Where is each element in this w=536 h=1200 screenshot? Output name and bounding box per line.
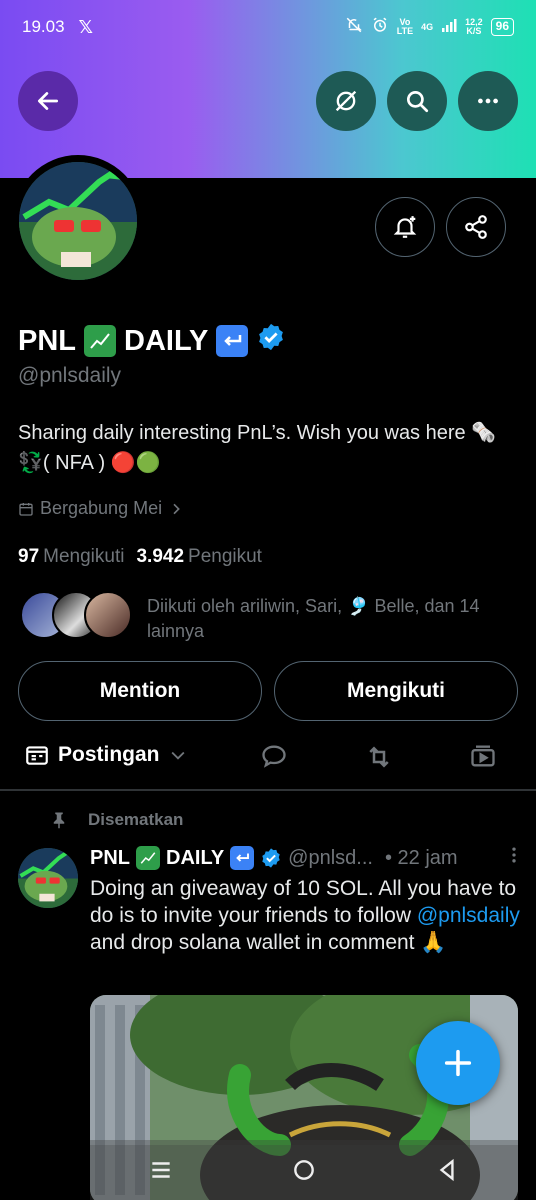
alarm-icon (371, 16, 389, 39)
follow-stats: 97 Mengikuti 3.942 Pengikut (18, 546, 262, 568)
grok-icon (335, 90, 357, 112)
mute-bell-icon (345, 16, 363, 39)
net-speed-unit: K/S (466, 26, 482, 36)
volte-indicator: Vo LTE (397, 18, 413, 36)
mention-button[interactable]: Mention (18, 661, 262, 721)
joined-text: Bergabung Mei (40, 498, 163, 518)
profile-name-suffix: DAILY (124, 324, 209, 357)
volte-bottom: LTE (396, 26, 414, 36)
tab-media[interactable] (469, 742, 497, 770)
follower-avatar (84, 591, 132, 639)
home-circle-icon[interactable] (291, 1157, 317, 1183)
grok-button[interactable] (316, 71, 376, 131)
profile-bio: Sharing daily interesting PnL’s. Wish yo… (18, 422, 497, 474)
tab-posts-label: Postingan (58, 743, 160, 766)
following-button[interactable]: Mengikuti (274, 661, 518, 721)
chart-emoji-icon (84, 325, 116, 357)
more-vertical-icon (512, 847, 516, 863)
more-options-button[interactable] (458, 71, 518, 131)
arrow-left-icon (37, 92, 59, 110)
return-arrow-emoji-icon (216, 325, 249, 357)
bell-plus-icon (393, 216, 417, 238)
x-app-icon: 𝕏 (78, 16, 94, 37)
system-nav-bar (90, 1140, 518, 1200)
post-author-name[interactable]: PNL DAILY (90, 846, 282, 870)
followers-count: 3.942 (136, 546, 185, 567)
share-button[interactable] (446, 197, 506, 257)
reply-bubble-icon (262, 745, 286, 768)
pinned-indicator: Disematkan (50, 809, 183, 831)
recents-menu-icon[interactable] (148, 1157, 174, 1183)
share-icon (465, 215, 487, 239)
joined-date[interactable]: Bergabung Mei (18, 498, 184, 519)
pinned-label: Disematkan (88, 810, 184, 829)
followers-label: Pengikut (188, 546, 262, 567)
profile-handle: @pnlsdaily (18, 364, 122, 387)
back-button[interactable] (18, 71, 78, 131)
following-count: 97 (18, 546, 40, 567)
post-mention-link[interactable]: @pnlsdaily (417, 904, 520, 927)
post-author-handle[interactable]: @pnlsd... (288, 847, 373, 870)
tab-replies[interactable] (260, 742, 288, 770)
chevron-down-icon (171, 751, 184, 760)
media-video-icon (471, 745, 495, 767)
verified-badge-icon (262, 848, 280, 868)
post-timestamp[interactable]: • 22 jam (385, 847, 458, 870)
following-stat[interactable]: 97 Mengikuti (18, 546, 124, 568)
status-bar: 19.03 𝕏 Vo LTE 4G 12,2 K/S 96 (0, 0, 536, 54)
more-dots-icon (478, 98, 498, 104)
following-label: Mengikuti (43, 546, 125, 567)
search-icon (406, 90, 429, 113)
pin-icon (53, 812, 65, 829)
profile-avatar[interactable] (19, 162, 137, 280)
profile-name-text: PNL (18, 324, 76, 357)
post-author-name-suffix: DAILY (166, 846, 225, 869)
status-time: 19.03 (22, 17, 65, 36)
posts-icon (26, 746, 48, 765)
plus-icon (444, 1049, 472, 1077)
calendar-icon (19, 502, 33, 516)
tab-divider (0, 789, 536, 791)
signal-icon (441, 17, 457, 38)
chevron-right-icon (173, 503, 180, 514)
tab-posts[interactable]: Postingan (24, 742, 188, 768)
compose-button[interactable] (416, 1021, 500, 1105)
followers-stat[interactable]: 3.942 Pengikut (136, 546, 262, 568)
battery-indicator: 96 (490, 18, 514, 36)
profile-tabs: Postingan (0, 728, 536, 788)
chart-emoji-icon (136, 846, 160, 870)
notify-button[interactable] (375, 197, 435, 257)
search-button[interactable] (387, 71, 447, 131)
back-triangle-icon[interactable] (434, 1157, 460, 1183)
net-speed: 12,2 K/S (465, 18, 483, 36)
post-more-button[interactable] (508, 845, 520, 871)
post-author-avatar[interactable] (18, 848, 78, 908)
return-arrow-emoji-icon (230, 846, 255, 870)
post-header: PNL DAILY @pnlsd... • 22 jam (90, 845, 520, 871)
verified-badge-icon (256, 322, 286, 360)
profile-name: PNL DAILY (18, 322, 286, 360)
post-text: Doing an giveaway of 10 SOL. All you hav… (90, 875, 525, 956)
followed-by-text[interactable]: Diikuti oleh ariliwin, Sari, 🎐 Belle, da… (147, 594, 527, 644)
tab-reposts[interactable] (364, 742, 394, 772)
network-type: 4G (421, 21, 434, 32)
followed-by-avatars[interactable] (20, 591, 135, 641)
status-icons: Vo LTE 4G 12,2 K/S 96 (345, 16, 514, 39)
post-text-after: and drop solana wallet in comment 🙏 (90, 931, 447, 954)
post-author-name-text: PNL (90, 846, 130, 869)
repost-icon (369, 746, 389, 768)
